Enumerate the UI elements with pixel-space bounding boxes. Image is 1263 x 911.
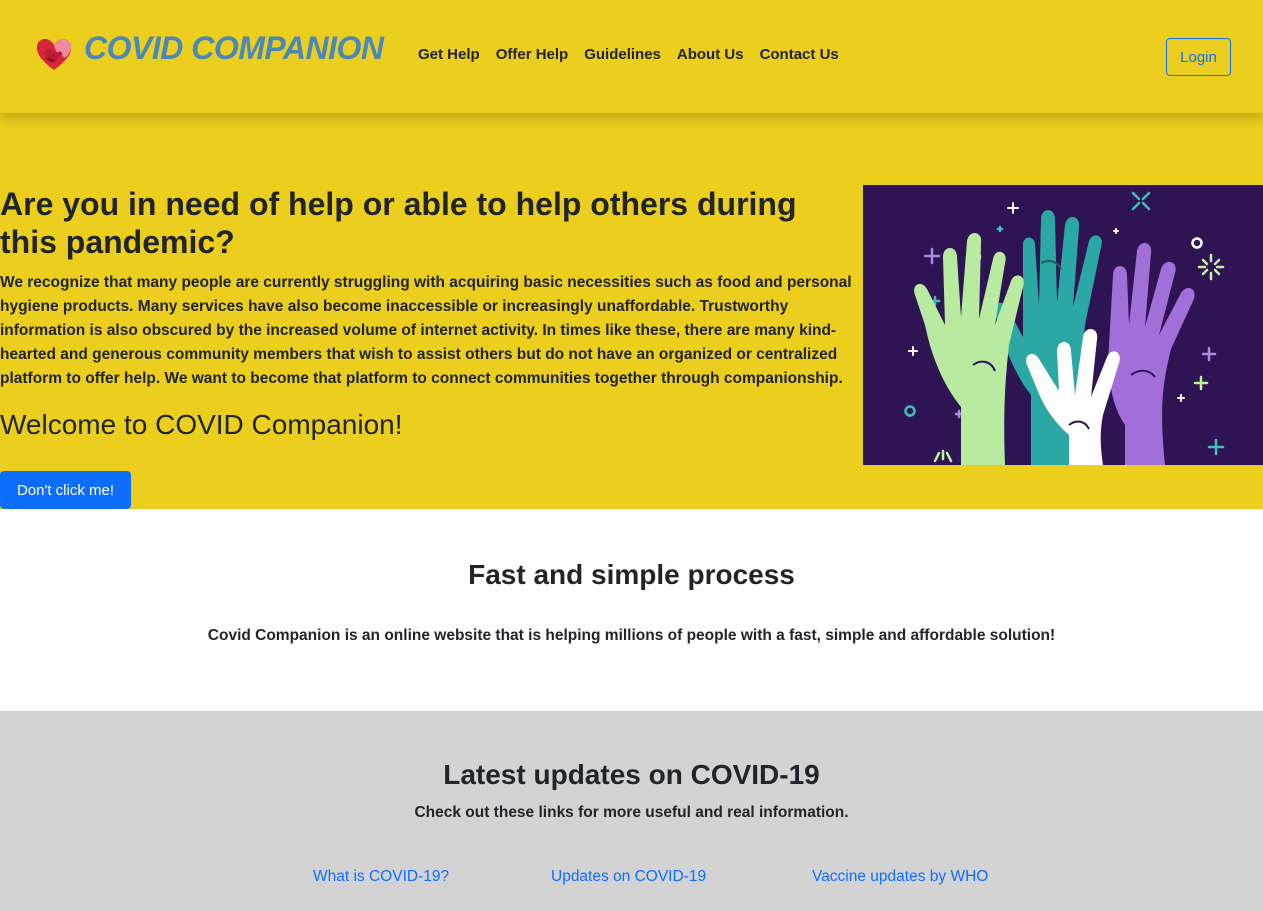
hero-text: Are you in need of help or able to help …: [0, 185, 862, 443]
dont-click-button[interactable]: Don't click me!: [0, 471, 131, 509]
process-description: Covid Companion is an online website tha…: [207, 627, 1056, 644]
process-title: Fast and simple process: [468, 559, 795, 590]
hero-heading: Are you in need of help or able to help …: [0, 186, 797, 260]
hero-section: Are you in need of help or able to help …: [0, 113, 1263, 509]
link-updates-covid[interactable]: Updates on COVID-19: [551, 868, 706, 886]
updates-title: Latest updates on COVID-19: [443, 759, 820, 790]
link-vaccine-updates-who[interactable]: Vaccine updates by WHO: [812, 868, 988, 886]
nav-get-help[interactable]: Get Help: [418, 46, 480, 63]
brand-name: COVID COMPANION: [84, 29, 384, 66]
main-nav: Get Help Offer Help Guidelines About Us …: [418, 46, 855, 63]
raised-hands-illustration: [863, 185, 1263, 465]
link-what-is-covid[interactable]: What is COVID-19?: [313, 868, 449, 886]
nav-guidelines[interactable]: Guidelines: [584, 46, 661, 63]
navbar: COVID COMPANION Get Help Offer Help Guid…: [0, 0, 1263, 113]
heart-hands-icon: [36, 38, 72, 70]
hero-paragraph: We recognize that many people are curren…: [0, 274, 852, 387]
welcome-heading: Welcome to COVID Companion!: [0, 409, 403, 440]
updates-section: Latest updates on COVID-19 Check out the…: [0, 711, 1263, 911]
updates-subtitle: Check out these links for more useful an…: [414, 804, 849, 821]
process-section: Fast and simple process Covid Companion …: [0, 509, 1263, 711]
nav-offer-help[interactable]: Offer Help: [496, 46, 569, 63]
brand[interactable]: COVID COMPANION: [34, 29, 384, 76]
nav-about-us[interactable]: About Us: [677, 46, 744, 63]
login-button[interactable]: Login: [1166, 38, 1231, 76]
nav-contact-us[interactable]: Contact Us: [760, 46, 839, 63]
